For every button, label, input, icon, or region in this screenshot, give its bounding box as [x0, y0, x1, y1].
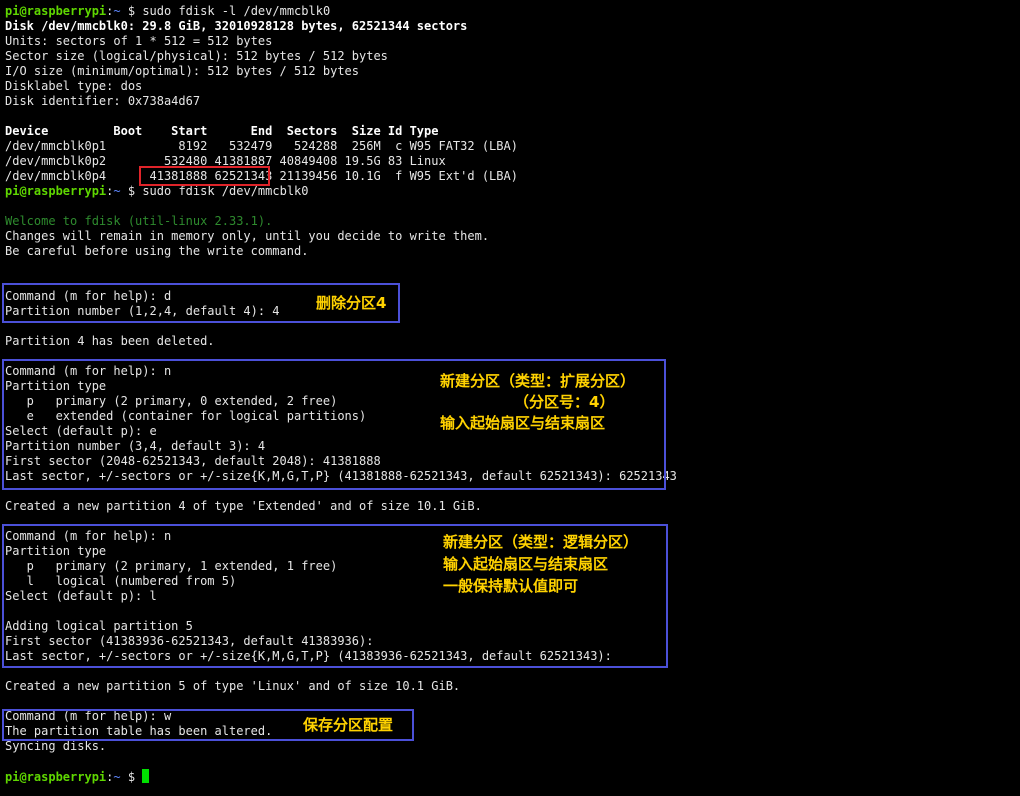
fdisk-line: Syncing disks.: [5, 739, 107, 753]
fdisk-line: Partition 4 has been deleted.: [5, 334, 215, 348]
prompt-path: ~: [113, 4, 121, 18]
info-line: I/O size (minimum/optimal): 512 bytes / …: [5, 64, 360, 78]
partition-row: /dev/mmcblk0p1 8192 532479 524288 256M c…: [5, 139, 518, 153]
terminal-cursor[interactable]: [142, 769, 150, 783]
prompt-user: pi@raspberrypi: [5, 184, 107, 198]
highlight-sector-range: [139, 166, 270, 186]
prompt-path: ~: [113, 770, 121, 784]
warning-line: Changes will remain in memory only, unti…: [5, 229, 490, 243]
note-logical-3: 一般保持默认值即可: [443, 577, 579, 595]
prompt-user: pi@raspberrypi: [5, 4, 107, 18]
prompt-line: pi@raspberrypi:~ $ sudo fdisk -l /dev/mm…: [5, 4, 331, 18]
prompt-symbol: $: [127, 770, 136, 784]
partition-table-header: Device Boot Start End Sectors Size Id Ty…: [5, 124, 439, 138]
prompt-symbol: $: [127, 184, 136, 198]
command-text: sudo fdisk /dev/mmcblk0: [142, 184, 309, 198]
info-line: Sector size (logical/physical): 512 byte…: [5, 49, 388, 63]
prompt-user: pi@raspberrypi: [5, 770, 107, 784]
partition-row: /dev/mmcblk0p4 41381888 62521343 2113945…: [5, 169, 518, 183]
note-extended-2: （分区号：4）: [514, 393, 615, 411]
info-line: Disklabel type: dos: [5, 79, 143, 93]
partition-row: /dev/mmcblk0p2 532480 41381887 40849408 …: [5, 154, 446, 168]
fdisk-line: Created a new partition 5 of type 'Linux…: [5, 679, 461, 693]
note-save: 保存分区配置: [303, 716, 394, 734]
fdisk-line: Created a new partition 4 of type 'Exten…: [5, 499, 482, 513]
info-line: Disk identifier: 0x738a4d67: [5, 94, 201, 108]
warning-line: Be careful before using the write comman…: [5, 244, 309, 258]
note-extended-1: 新建分区（类型：扩展分区）: [440, 372, 636, 390]
prompt-path: ~: [113, 184, 121, 198]
note-extended-3: 输入起始扇区与结束扇区: [440, 414, 606, 432]
disk-line: Disk /dev/mmcblk0: 29.8 GiB, 32010928128…: [5, 19, 468, 33]
info-line: Units: sectors of 1 * 512 = 512 bytes: [5, 34, 273, 48]
note-logical-1: 新建分区（类型：逻辑分区）: [443, 533, 639, 551]
prompt-line: pi@raspberrypi:~ $: [5, 769, 677, 784]
note-logical-2: 输入起始扇区与结束扇区: [443, 555, 609, 573]
welcome-line: Welcome to fdisk (util-linux 2.33.1).: [5, 214, 273, 228]
note-delete: 删除分区4: [316, 294, 387, 312]
command-text: sudo fdisk -l /dev/mmcblk0: [142, 4, 331, 18]
prompt-symbol: $: [127, 4, 136, 18]
prompt-line: pi@raspberrypi:~ $ sudo fdisk /dev/mmcbl…: [5, 184, 309, 198]
